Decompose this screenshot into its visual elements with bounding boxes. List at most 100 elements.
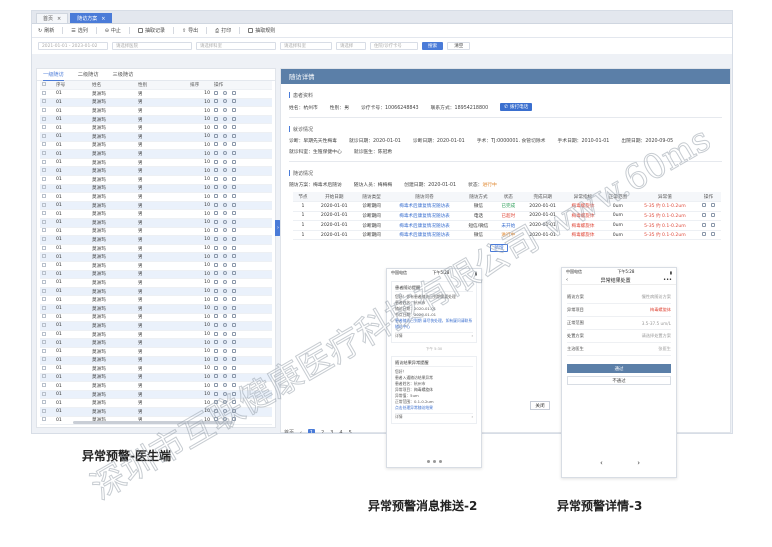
document-icon[interactable]	[232, 288, 236, 293]
table-row[interactable]: 01莫洲玛男10	[40, 295, 272, 305]
table-row[interactable]: 1 2020-01-01 诊断期间 梅毒术后康复情况随访表 电话 已超时 2020-01-0…	[293, 211, 721, 222]
card-number-input[interactable]: 住院/诊疗卡号	[370, 42, 418, 50]
row-checkbox[interactable]	[40, 252, 54, 262]
row-checkbox[interactable]	[40, 373, 54, 383]
document-icon[interactable]	[232, 142, 236, 147]
clock-icon[interactable]	[223, 305, 227, 310]
document-icon[interactable]	[232, 271, 236, 276]
page-5[interactable]: 5	[349, 430, 352, 434]
calendar-icon[interactable]	[214, 383, 218, 388]
document-icon[interactable]	[232, 90, 236, 95]
table-row[interactable]: 01莫洲玛男10	[40, 390, 272, 400]
row-checkbox[interactable]	[40, 218, 54, 228]
more-icon[interactable]: •••	[663, 277, 672, 283]
document-icon[interactable]	[711, 203, 716, 208]
clock-icon[interactable]	[223, 176, 227, 181]
select-all-checkbox[interactable]	[40, 81, 54, 91]
calendar-icon[interactable]	[214, 279, 218, 284]
row-checkbox[interactable]	[40, 304, 54, 314]
table-row[interactable]: 01莫洲玛男10	[40, 261, 272, 271]
clock-icon[interactable]	[223, 133, 227, 138]
document-icon[interactable]	[232, 125, 236, 130]
calendar-icon[interactable]	[214, 262, 218, 267]
row-checkbox[interactable]	[40, 278, 54, 288]
chevron-left-icon[interactable]: ‹	[600, 459, 603, 467]
first-page-button[interactable]: 首页	[284, 429, 294, 433]
calendar-icon[interactable]	[214, 142, 218, 147]
document-icon[interactable]	[232, 262, 236, 267]
table-row[interactable]: 01莫洲玛男10	[40, 89, 272, 99]
page-2[interactable]: 2	[321, 430, 324, 434]
cell-form[interactable]: 梅毒术后康复情况随访表	[387, 230, 462, 241]
clock-icon[interactable]	[223, 108, 227, 113]
table-row[interactable]: 01莫洲玛男10	[40, 252, 272, 262]
cell-form[interactable]: 梅毒术后康复情况随访表	[387, 211, 462, 222]
clock-icon[interactable]	[223, 365, 227, 370]
row-checkbox[interactable]	[40, 123, 54, 134]
row-checkbox[interactable]	[40, 149, 54, 159]
table-row[interactable]: 01莫洲玛男10	[40, 132, 272, 142]
horizontal-scrollbar[interactable]	[73, 421, 233, 424]
row-checkbox[interactable]	[40, 416, 54, 426]
col-order[interactable]: 排序	[188, 81, 212, 91]
table-row[interactable]: 1 2020-01-01 诊断期间 梅毒术后康复情况随访表 微信 进行中 2020-01-0…	[293, 230, 721, 241]
calendar-icon[interactable]	[214, 374, 218, 379]
document-icon[interactable]	[232, 168, 236, 173]
calendar-icon[interactable]	[214, 168, 218, 173]
table-row[interactable]: 01莫洲玛男10	[40, 98, 272, 108]
calendar-icon[interactable]	[214, 90, 218, 95]
extract-rule-button[interactable]: 抽取规则	[248, 27, 275, 34]
table-row[interactable]: 01莫洲玛男10	[40, 235, 272, 245]
calendar-icon[interactable]	[214, 271, 218, 276]
date-range-input[interactable]: 2021-01-01 - 2023-01-02	[38, 42, 108, 50]
table-row[interactable]: 01莫洲玛男10	[40, 398, 272, 409]
row-checkbox[interactable]	[40, 132, 54, 142]
staff-select[interactable]: 请选择科室	[280, 42, 332, 50]
row-checkbox[interactable]	[40, 407, 54, 417]
calendar-icon[interactable]	[214, 236, 218, 241]
export-button[interactable]: ⇪ 导出	[182, 27, 198, 35]
clock-icon[interactable]	[223, 159, 227, 164]
calendar-icon[interactable]	[214, 159, 218, 164]
calendar-icon[interactable]	[214, 340, 218, 345]
clock-icon[interactable]	[223, 90, 227, 95]
table-row[interactable]: 01莫洲玛男10	[40, 313, 272, 323]
clock-icon[interactable]	[223, 194, 227, 199]
clock-icon[interactable]	[223, 400, 227, 405]
calendar-icon[interactable]	[214, 297, 218, 302]
table-row[interactable]: 01莫洲玛男10	[40, 330, 272, 340]
edit-icon[interactable]	[702, 203, 707, 208]
search-button[interactable]: 搜索	[422, 42, 444, 50]
edit-icon[interactable]	[702, 212, 707, 217]
edit-icon[interactable]	[702, 232, 707, 237]
select-columns-button[interactable]: ☰ 选列	[71, 27, 88, 35]
table-row[interactable]: 01莫洲玛男10	[40, 201, 272, 211]
row-checkbox[interactable]	[40, 381, 54, 391]
clock-icon[interactable]	[223, 168, 227, 173]
document-icon[interactable]	[232, 236, 236, 241]
clock-icon[interactable]	[223, 262, 227, 267]
table-row[interactable]: 01莫洲玛男10	[40, 356, 272, 366]
calendar-icon[interactable]	[214, 322, 218, 327]
row-checkbox[interactable]	[40, 330, 54, 340]
tab-home[interactable]: 首页 ×	[36, 13, 69, 23]
close-button[interactable]: 关闭	[530, 401, 550, 410]
row-checkbox[interactable]	[40, 287, 54, 297]
tab-level-2[interactable]: 二级随访	[78, 69, 99, 81]
clock-icon[interactable]	[223, 391, 227, 396]
row-checkbox[interactable]	[40, 356, 54, 366]
row-checkbox[interactable]	[40, 192, 54, 202]
row-checkbox[interactable]	[40, 398, 54, 409]
clock-icon[interactable]	[223, 340, 227, 345]
table-row[interactable]: 01莫洲玛男10	[40, 321, 272, 331]
calendar-icon[interactable]	[214, 133, 218, 138]
cell-form[interactable]: 梅毒术后康复情况随访表	[387, 201, 462, 212]
col-sex[interactable]: 性别	[136, 81, 188, 91]
document-icon[interactable]	[232, 228, 236, 233]
table-row[interactable]: 1 2020-01-01 诊断期间 梅毒术后康复情况随访表 短信/微信 未开始 2020-0…	[293, 220, 721, 231]
row-checkbox[interactable]	[40, 244, 54, 254]
clock-icon[interactable]	[223, 322, 227, 327]
row-checkbox[interactable]	[40, 313, 54, 323]
row-checkbox[interactable]	[40, 390, 54, 400]
table-row[interactable]: 01莫洲玛男10	[40, 218, 272, 228]
